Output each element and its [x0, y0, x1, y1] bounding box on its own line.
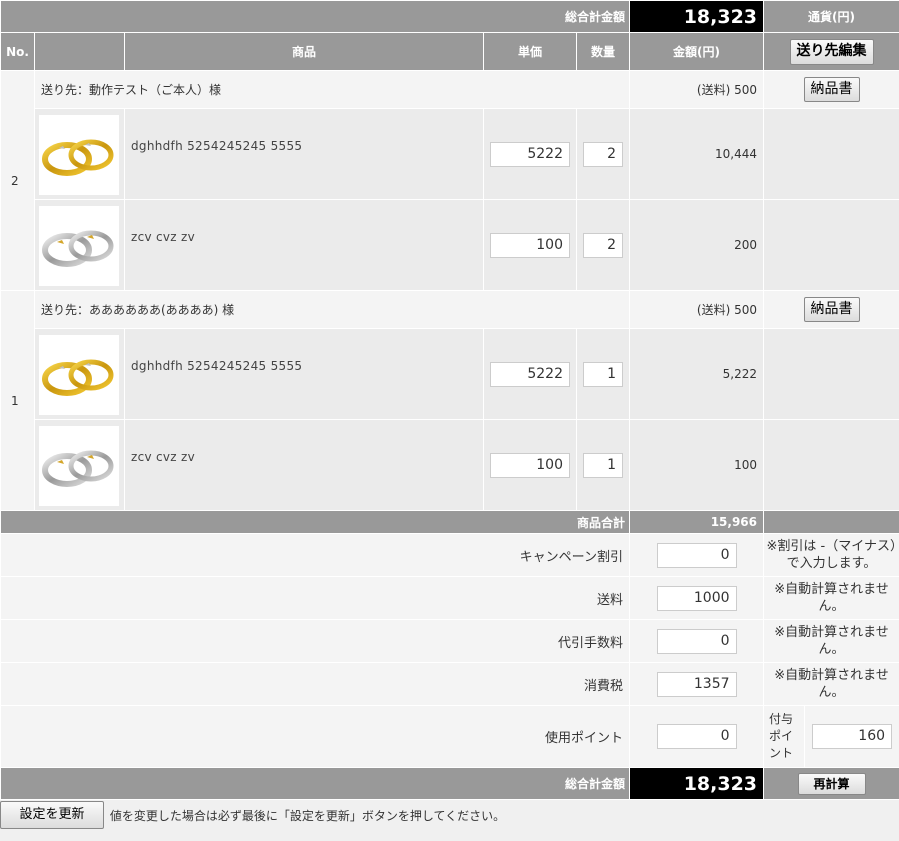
tax-input[interactable]: 1357	[656, 671, 737, 697]
product-name: zcv cvz zv	[124, 199, 484, 291]
cod-fee-label: 代引手数料	[0, 619, 631, 663]
unit-price-input[interactable]: 100	[490, 452, 570, 478]
col-amount: 金額(円)	[629, 32, 765, 71]
quantity-input[interactable]: 2	[583, 232, 623, 258]
amount-value: 10,444	[629, 108, 765, 200]
tax-label: 消費税	[0, 662, 631, 706]
product-image	[34, 199, 125, 291]
product-image	[34, 419, 125, 511]
unit-price-input[interactable]: 5222	[490, 141, 570, 167]
amount-value: 200	[629, 199, 765, 291]
currency-label: 通貨(円)	[763, 0, 899, 33]
product-image	[34, 108, 125, 200]
destination-label: 送り先：ああああああ(ああああ) 様	[33, 290, 631, 329]
table-row: dghhdfh 5254245245 5555 5222 2 10,444	[0, 108, 899, 200]
tax-note: ※自動計算されません。	[763, 662, 899, 706]
shipping-fee-label: (送料) 500	[629, 290, 765, 329]
table-row: zcv cvz zv 100 2 200	[0, 199, 899, 291]
grand-total-label-top: 総合計金額	[0, 0, 631, 33]
campaign-note: ※割引は -（マイナス）で入力します。	[763, 533, 899, 577]
order-no: 1	[0, 290, 35, 511]
quantity-input[interactable]: 2	[583, 141, 623, 167]
shipping-note: ※自動計算されません。	[763, 576, 899, 620]
gold-ring-image	[39, 335, 119, 415]
silver-ring-image	[39, 426, 119, 506]
col-product: 商品	[124, 32, 484, 71]
subtotal-value: 15,966	[629, 510, 765, 534]
order-table: 総合計金額 18,323 通貨(円) No. 商品 単価 数量 金額(円) 送り…	[0, 0, 899, 800]
product-name: zcv cvz zv	[124, 419, 484, 511]
subtotal-label: 商品合計	[0, 510, 631, 534]
quantity-input[interactable]: 1	[583, 361, 623, 387]
grand-total-value-bottom: 18,323	[629, 767, 765, 800]
footer: 設定を更新 値を変更した場合は必ず最後に「設定を更新」ボタンを押してください。	[0, 801, 899, 829]
delivery-note-button[interactable]: 納品書	[803, 297, 860, 322]
col-unit-price: 単価	[483, 32, 577, 71]
col-edit: 送り先編集	[763, 32, 899, 71]
quantity-input[interactable]: 1	[583, 452, 623, 478]
grant-points-input[interactable]: 160	[812, 724, 893, 749]
campaign-discount-label: キャンペーン割引	[0, 533, 631, 577]
gold-ring-image	[39, 115, 119, 195]
table-row: zcv cvz zv 100 1 100	[0, 419, 899, 511]
shipping-label: 送料	[0, 576, 631, 620]
points-used-label: 使用ポイント	[0, 705, 631, 768]
update-settings-button[interactable]: 設定を更新	[0, 801, 104, 829]
amount-value: 5,222	[629, 328, 765, 420]
product-name: dghhdfh 5254245245 5555	[124, 108, 484, 200]
delivery-note-button[interactable]: 納品書	[803, 77, 860, 102]
silver-ring-image	[39, 206, 119, 286]
footer-message: 値を変更した場合は必ず最後に「設定を更新」ボタンを押してください。	[109, 808, 506, 823]
points-used-input[interactable]: 0	[656, 724, 737, 749]
recalculate-button[interactable]: 再計算	[797, 772, 866, 795]
cod-fee-input[interactable]: 0	[656, 628, 737, 654]
shipping-input[interactable]: 1000	[656, 585, 737, 611]
grand-total-value-top: 18,323	[629, 0, 765, 33]
cod-note: ※自動計算されません。	[763, 619, 899, 663]
grand-total-label-bottom: 総合計金額	[0, 767, 631, 800]
amount-value: 100	[629, 419, 765, 511]
table-row: dghhdfh 5254245245 5555 5222 1 5,222	[0, 328, 899, 420]
product-name: dghhdfh 5254245245 5555	[124, 328, 484, 420]
destination-label: 送り先：動作テスト（ご本人）様	[33, 70, 631, 109]
product-image	[34, 328, 125, 420]
shipping-fee-label: (送料) 500	[629, 70, 765, 109]
grant-points-label: 付与ポイント	[763, 705, 806, 768]
campaign-discount-input[interactable]: 0	[656, 542, 737, 568]
order-no: 2	[0, 70, 35, 291]
unit-price-input[interactable]: 100	[490, 232, 570, 258]
col-quantity: 数量	[575, 32, 631, 71]
col-no: No.	[0, 32, 35, 71]
col-image	[34, 32, 125, 71]
unit-price-input[interactable]: 5222	[490, 361, 570, 387]
edit-destination-button[interactable]: 送り先編集	[789, 38, 874, 65]
